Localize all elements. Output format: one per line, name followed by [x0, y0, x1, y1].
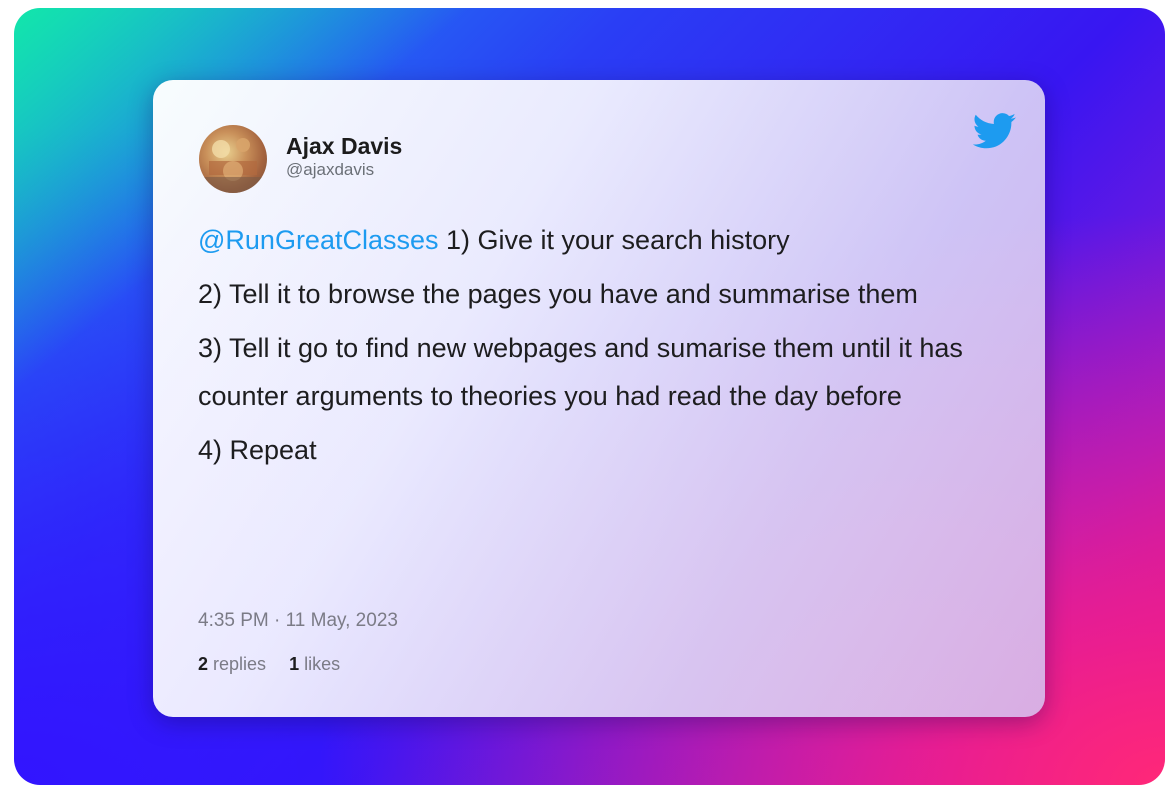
author-name[interactable]: Ajax Davis [286, 132, 402, 160]
tweet-line-3: 3) Tell it go to find new webpages and s… [198, 333, 963, 411]
likes-label: likes [304, 654, 341, 674]
replies-stat[interactable]: 2 replies [198, 654, 266, 674]
author-block: Ajax Davis @ajaxdavis [286, 132, 402, 180]
tweet-stats: 2 replies 1 likes [198, 654, 358, 675]
mention-link[interactable]: @RunGreatClasses [198, 225, 439, 255]
replies-count: 2 [198, 654, 209, 674]
author-handle[interactable]: @ajaxdavis [286, 160, 402, 180]
likes-stat[interactable]: 1 likes [289, 654, 340, 674]
tweet-line-1-text: 1) Give it your search history [438, 225, 790, 255]
tweet-body: @RunGreatClasses 1) Give it your search … [198, 216, 1013, 480]
tweet-line-2: 2) Tell it to browse the pages you have … [198, 279, 918, 309]
tweet-line-4: 4) Repeat [198, 435, 317, 465]
twitter-bird-icon[interactable] [973, 113, 1017, 149]
tweet-card: Ajax Davis @ajaxdavis @RunGreatClasses 1… [153, 80, 1045, 717]
tweet-line-1: @RunGreatClasses 1) Give it your search … [198, 216, 1013, 264]
replies-label: replies [213, 654, 267, 674]
gradient-background: Ajax Davis @ajaxdavis @RunGreatClasses 1… [14, 8, 1165, 785]
likes-count: 1 [289, 654, 300, 674]
avatar[interactable] [199, 125, 267, 193]
tweet-timestamp[interactable]: 4:35 PM · 11 May, 2023 [198, 610, 398, 632]
